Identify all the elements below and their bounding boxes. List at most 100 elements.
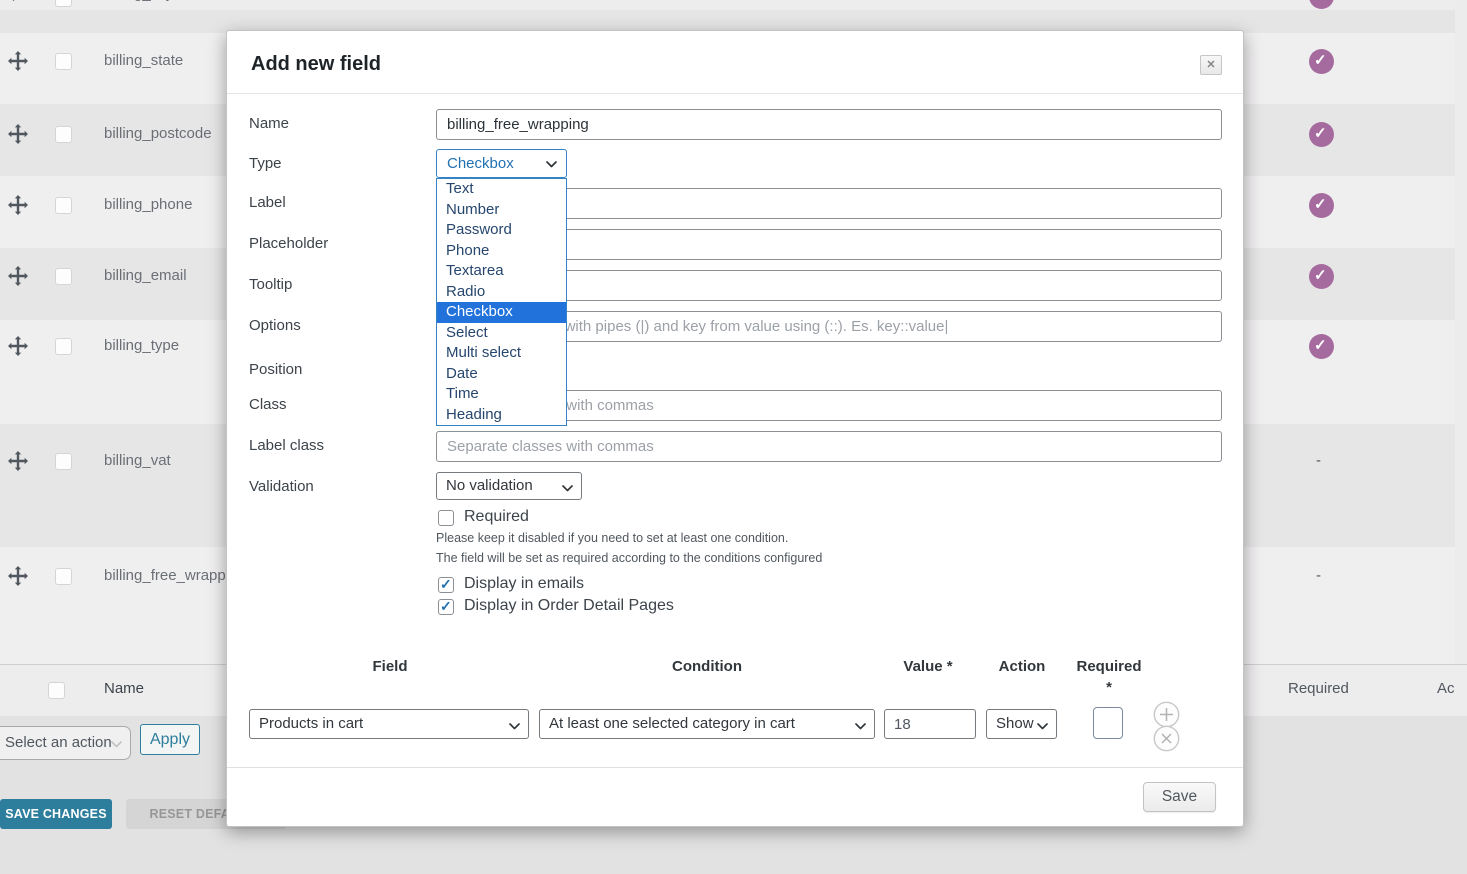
field-name: billing_state <box>104 52 183 69</box>
type-option-date[interactable]: Date <box>437 364 566 385</box>
required-check-icon <box>1309 193 1334 218</box>
type-option-checkbox[interactable]: Checkbox <box>437 302 566 323</box>
type-option-heading[interactable]: Heading <box>437 405 566 426</box>
type-select[interactable]: Checkbox <box>436 149 567 178</box>
drag-handle-icon[interactable] <box>8 266 30 288</box>
display-in-emails-label: Display in emails <box>464 575 584 593</box>
add-condition-icon[interactable] <box>1153 701 1180 728</box>
type-label: Type <box>249 155 282 172</box>
type-select-dropdown: Text Number Password Phone Textarea Radi… <box>436 178 567 426</box>
class-label: Class <box>249 396 287 413</box>
conditions-required-header: Required <box>1069 658 1149 675</box>
name-label: Name <box>249 115 289 132</box>
tooltip-label: Tooltip <box>249 276 292 293</box>
chevron-down-icon <box>509 723 520 730</box>
condition-action-value: Show <box>996 715 1034 732</box>
not-required-dash: - <box>1316 452 1321 469</box>
save-button[interactable]: Save <box>1143 782 1216 812</box>
field-name: billing_postcode <box>104 125 212 142</box>
drag-handle-icon[interactable] <box>8 566 30 588</box>
validation-select[interactable]: No validation <box>436 472 582 500</box>
type-option-radio[interactable]: Radio <box>437 282 566 303</box>
drag-handle-icon[interactable] <box>8 195 30 217</box>
row-checkbox[interactable] <box>55 453 72 470</box>
type-option-select[interactable]: Select <box>437 323 566 344</box>
type-option-textarea[interactable]: Textarea <box>437 261 566 282</box>
required-help-2: The field will be set as required accord… <box>436 551 822 565</box>
drag-handle-icon[interactable] <box>8 0 30 10</box>
page: billing_city billing_state billing_postc… <box>0 0 1467 874</box>
field-name: billing_free_wrapping <box>104 567 246 584</box>
required-column-header: Required <box>1288 680 1349 697</box>
validation-label: Validation <box>249 478 314 495</box>
conditions-value-header: Value * <box>878 658 978 675</box>
conditions-condition-header: Condition <box>627 658 787 675</box>
required-check-icon <box>1309 264 1334 289</box>
type-select-value: Checkbox <box>447 155 514 172</box>
name-column-header: Name <box>104 680 144 697</box>
footer-divider <box>227 767 1243 768</box>
type-option-phone[interactable]: Phone <box>437 241 566 262</box>
chevron-down-icon <box>111 741 122 748</box>
field-name: billing_email <box>104 267 187 284</box>
drag-handle-icon[interactable] <box>8 336 30 358</box>
bulk-action-select[interactable]: Select an action <box>0 726 131 760</box>
condition-field-select[interactable]: Products in cart <box>249 709 529 739</box>
drag-handle-icon[interactable] <box>8 124 30 146</box>
select-all-checkbox[interactable] <box>48 682 65 699</box>
required-checkbox[interactable] <box>438 510 454 526</box>
conditions-field-header: Field <box>330 658 450 675</box>
chevron-down-icon <box>562 485 573 492</box>
name-input[interactable] <box>436 109 1222 140</box>
conditions-action-header: Action <box>982 658 1062 675</box>
label-label: Label <box>249 194 286 211</box>
label-class-input[interactable] <box>436 431 1222 462</box>
row-checkbox[interactable] <box>55 126 72 143</box>
condition-value-input[interactable] <box>884 709 976 739</box>
validation-select-value: No validation <box>446 477 533 494</box>
field-name: billing_type <box>104 337 179 354</box>
row-checkbox[interactable] <box>55 568 72 585</box>
apply-button[interactable]: Apply <box>140 724 200 755</box>
type-option-text[interactable]: Text <box>437 179 566 200</box>
type-option-time[interactable]: Time <box>437 384 566 405</box>
type-option-number[interactable]: Number <box>437 200 566 221</box>
required-check-icon <box>1309 0 1334 9</box>
placeholder-label: Placeholder <box>249 235 328 252</box>
close-button[interactable]: ✕ <box>1200 55 1222 75</box>
save-changes-button[interactable]: SAVE CHANGES <box>0 799 112 829</box>
chevron-down-icon <box>546 161 557 168</box>
row-checkbox[interactable] <box>55 0 72 7</box>
type-option-multi-select[interactable]: Multi select <box>437 343 566 364</box>
display-in-order-pages-label: Display in Order Detail Pages <box>464 597 674 615</box>
drag-handle-icon[interactable] <box>8 451 30 473</box>
chevron-down-icon <box>1037 723 1048 730</box>
drag-handle-icon[interactable] <box>8 51 30 73</box>
not-required-dash: - <box>1316 567 1321 584</box>
required-checkbox-label: Required <box>464 508 529 526</box>
row-checkbox[interactable] <box>55 53 72 70</box>
table-row: billing_city <box>0 0 1455 10</box>
add-new-field-modal: Add new field ✕ Name Type Checkbox Text … <box>226 30 1244 827</box>
header-divider <box>227 93 1243 94</box>
label-class-label: Label class <box>249 437 324 454</box>
remove-condition-icon[interactable] <box>1153 725 1180 752</box>
condition-required-checkbox[interactable] <box>1093 707 1123 739</box>
display-in-order-pages-checkbox[interactable] <box>438 599 454 615</box>
row-checkbox[interactable] <box>55 197 72 214</box>
conditions-required-star: * <box>1069 679 1149 696</box>
required-check-icon <box>1309 122 1334 147</box>
display-in-emails-checkbox[interactable] <box>438 577 454 593</box>
condition-field-value: Products in cart <box>259 715 363 732</box>
field-name: billing_vat <box>104 452 171 469</box>
condition-action-select[interactable]: Show <box>986 709 1057 739</box>
row-checkbox[interactable] <box>55 268 72 285</box>
required-check-icon <box>1309 49 1334 74</box>
required-check-icon <box>1309 334 1334 359</box>
type-option-password[interactable]: Password <box>437 220 566 241</box>
modal-title: Add new field <box>251 53 381 76</box>
position-label: Position <box>249 361 302 378</box>
actions-column-header: Ac <box>1437 680 1455 697</box>
condition-condition-select[interactable]: At least one selected category in cart <box>539 709 875 739</box>
row-checkbox[interactable] <box>55 338 72 355</box>
